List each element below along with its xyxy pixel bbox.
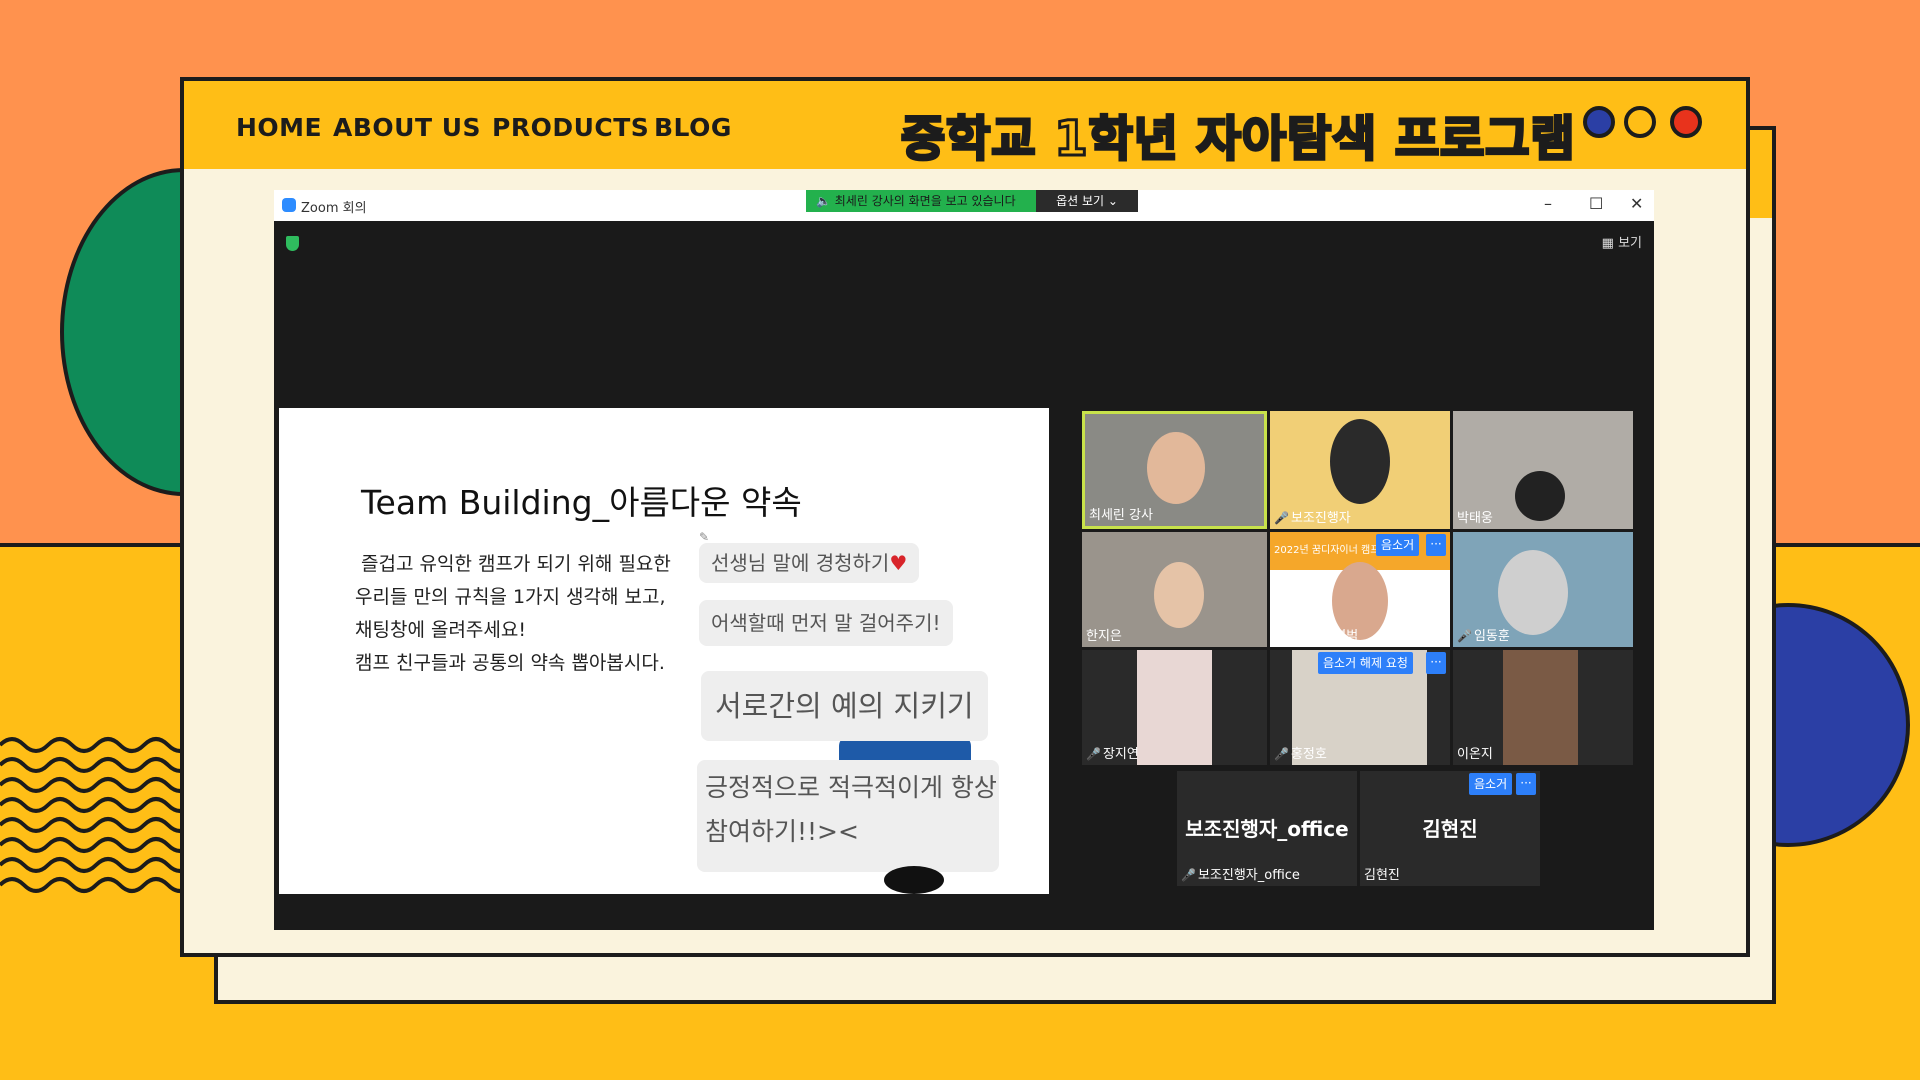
grid-icon: ▦ [1601, 236, 1614, 251]
participant-name-text: 홍정호 [1290, 747, 1327, 762]
muted-mic-icon: 🎤 [1457, 629, 1472, 643]
participant-name: 이온지 [1457, 747, 1493, 762]
participant-video [1154, 562, 1204, 628]
zoom-logo-icon [282, 198, 296, 212]
participant-tile[interactable]: 음소거 해제 요청 ··· 🎤 홍정호 [1270, 650, 1450, 765]
chat-bubble-multiline: 긍정적으로 적극적이게 항상 참여하기!!>< [697, 760, 999, 872]
heart-icon: ♥ [889, 551, 908, 575]
screen-share-banner-text: 최세린 강사의 화면을 보고 있습니다 [834, 194, 1016, 208]
decorative-waves [0, 737, 200, 893]
participant-tile[interactable]: 2022년 꿈디자이너 캠프 음소거 ··· 꿈디중1 진영범 [1270, 532, 1450, 647]
view-options-button[interactable]: 옵션 보기 ⌄ [1036, 190, 1138, 212]
participant-name: 최세린 강사 [1089, 508, 1153, 523]
participant-name: 🎤 장지연 [1086, 743, 1139, 762]
more-options-button[interactable]: ··· [1516, 773, 1536, 795]
dot-blue [1583, 106, 1615, 138]
participant-video [1147, 432, 1205, 504]
view-button-label: 보기 [1618, 236, 1642, 251]
nav-bar: HOME ABOUT US PRODUCTS BLOG 중학교 1학년 자아탐색… [184, 81, 1746, 169]
close-button[interactable]: ✕ [1630, 194, 1643, 213]
slide-body-line: 채팅창에 올려주세요! [355, 619, 526, 641]
unmute-request-tag[interactable]: 음소거 해제 요청 [1318, 652, 1413, 674]
chat-bubble-text: 선생님 말에 경청하기 [711, 551, 890, 575]
participant-video [1498, 550, 1568, 635]
screen-share-banner: 🔈 최세린 강사의 화면을 보고 있습니다 [806, 190, 1036, 212]
participant-tile[interactable]: 이온지 [1453, 650, 1633, 765]
slide-body: 즐겁고 유익한 캠프가 되기 위해 필요한 우리들 만의 규칙을 1가지 생각해… [355, 548, 671, 680]
nav-home-link[interactable]: HOME [236, 113, 322, 142]
participant-video [1137, 650, 1212, 765]
participant-name: 박태웅 [1457, 511, 1493, 526]
participant-name-text: 보조진행자_office [1197, 868, 1300, 883]
minimize-button[interactable]: – [1544, 194, 1552, 213]
more-options-button[interactable]: ··· [1426, 534, 1446, 556]
participant-name: 김현진 [1364, 868, 1400, 883]
security-shield-icon[interactable] [286, 236, 299, 251]
participant-video [1515, 471, 1565, 521]
page-title: 중학교 1학년 자아탐색 프로그램 [900, 110, 1577, 169]
participant-name: 한지은 [1086, 629, 1122, 644]
name-tile[interactable]: 음소거 ··· 김현진 김현진 [1360, 771, 1540, 886]
participant-name-text: 임동훈 [1473, 629, 1510, 644]
slide-title: Team Building_아름다운 약속 [361, 483, 802, 522]
participant-name: 🎤 보조진행자_office [1181, 864, 1300, 883]
nav-about-link[interactable]: ABOUT US [333, 113, 481, 142]
zoom-titlebar: Zoom 회의 🔈 최세린 강사의 화면을 보고 있습니다 옵션 보기 ⌄ – … [274, 190, 1654, 221]
mute-tag[interactable]: 음소거 [1376, 534, 1420, 556]
participant-display-name: 김현진 [1422, 817, 1478, 841]
shared-slide: Team Building_아름다운 약속 즐겁고 유익한 캠프가 되기 위해 … [279, 408, 1049, 894]
participant-tile[interactable]: 🎤 장지연 [1082, 650, 1267, 765]
participant-name: 🎤 홍정호 [1274, 743, 1327, 762]
muted-mic-icon: 🎤 [1274, 511, 1289, 525]
muted-mic-icon: 🎤 [1274, 747, 1289, 761]
dot-red [1670, 106, 1702, 138]
muted-mic-icon: 🎤 [1086, 747, 1101, 761]
zoom-window: Zoom 회의 🔈 최세린 강사의 화면을 보고 있습니다 옵션 보기 ⌄ – … [274, 190, 1654, 930]
view-button[interactable]: ▦ 보기 [1602, 232, 1642, 251]
participant-name: 꿈디중1 진영범 [1274, 629, 1359, 644]
chat-bubble: 서로간의 예의 지키기 [701, 671, 988, 741]
participant-tile[interactable]: 최세린 강사 [1082, 411, 1267, 529]
slide-body-line: 우리들 만의 규칙을 1가지 생각해 보고, [355, 586, 666, 608]
zoom-window-title: Zoom 회의 [301, 201, 367, 216]
muted-mic-icon: 🎤 [1181, 868, 1196, 882]
participant-name: 🎤 보조진행자 [1274, 507, 1351, 526]
nav-products-link[interactable]: PRODUCTS [492, 113, 649, 142]
participant-name: 🎤 임동훈 [1457, 625, 1510, 644]
slide-body-line: 즐겁고 유익한 캠프가 되기 위해 필요한 [361, 553, 671, 575]
participant-name-text: 장지연 [1102, 747, 1139, 762]
nav-blog-link[interactable]: BLOG [654, 113, 732, 142]
browser-frame: HOME ABOUT US PRODUCTS BLOG 중학교 1학년 자아탐색… [180, 77, 1750, 957]
decorative-shape [884, 866, 944, 894]
chat-bubble-line: 참여하기!!>< [705, 817, 859, 846]
participant-tile[interactable]: 🎤 보조진행자 [1270, 411, 1450, 529]
slide-body-line: 캠프 친구들과 공통의 약속 뽑아봅시다. [355, 652, 665, 674]
participant-video [1503, 650, 1578, 765]
chat-bubble: 어색할때 먼저 말 걸어주기! [699, 600, 953, 646]
participant-display-name: 보조진행자_office [1185, 817, 1349, 841]
maximize-button[interactable]: ☐ [1589, 194, 1603, 213]
participant-name-text: 보조진행자 [1290, 511, 1351, 526]
chat-bubble-line: 긍정적으로 적극적이게 항상 [705, 773, 997, 802]
chat-bubble: 선생님 말에 경청하기♥ [699, 543, 920, 583]
participant-tile[interactable]: 🎤 임동훈 [1453, 532, 1633, 647]
dot-yellow [1624, 106, 1656, 138]
more-options-button[interactable]: ··· [1426, 652, 1446, 674]
name-tile[interactable]: 보조진행자_office 🎤 보조진행자_office [1177, 771, 1357, 886]
participant-tile[interactable]: 한지은 [1082, 532, 1267, 647]
mute-tag[interactable]: 음소거 [1469, 773, 1513, 795]
participant-tile[interactable]: 박태웅 [1453, 411, 1633, 529]
pencil-icon: ✎ [699, 530, 710, 544]
participant-video [1330, 419, 1390, 504]
